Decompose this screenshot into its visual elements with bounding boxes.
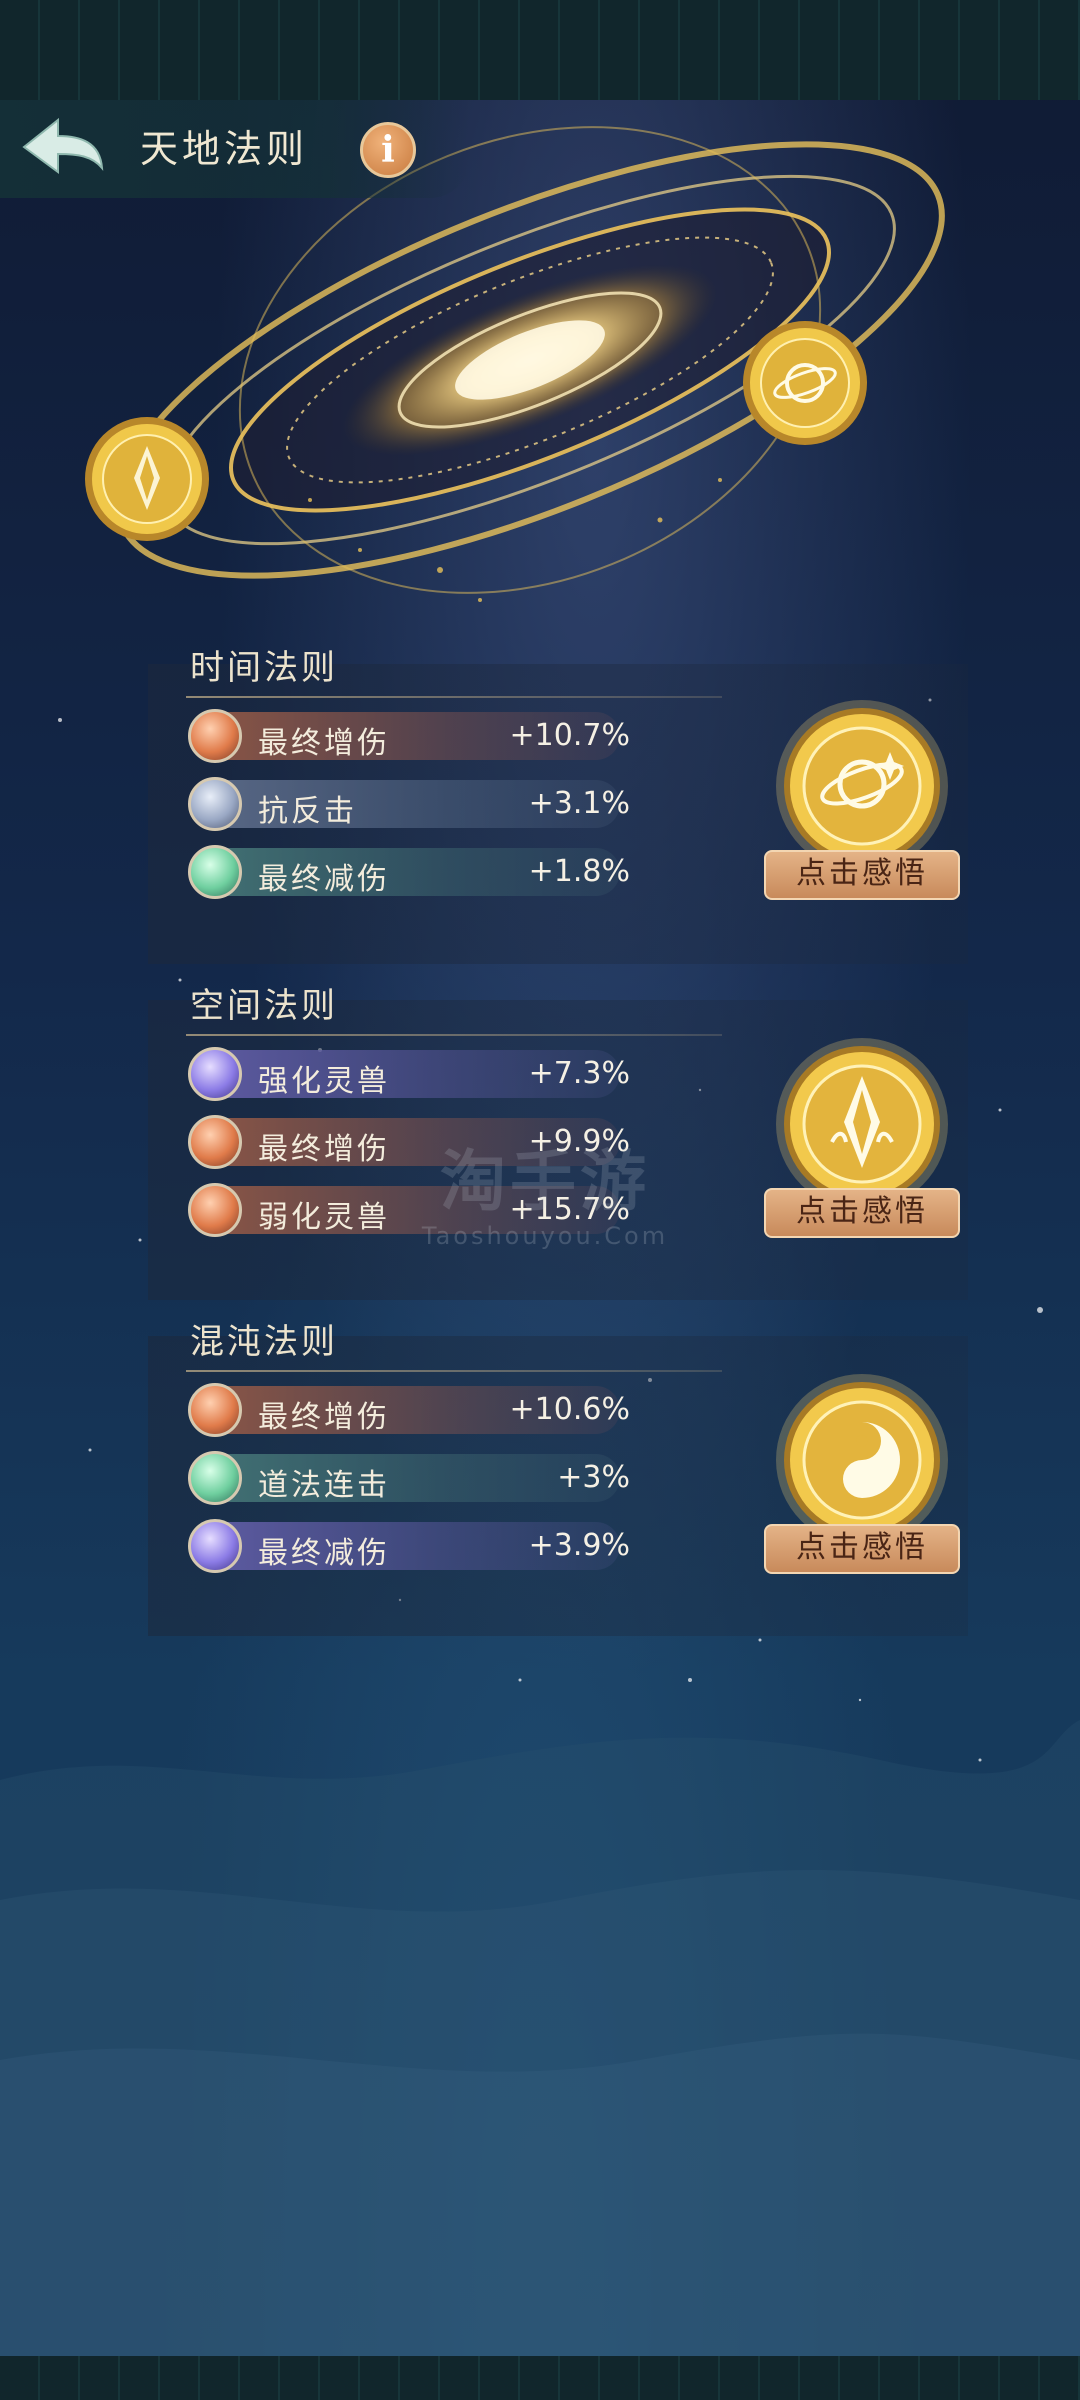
attribute-orb-icon — [188, 1183, 242, 1237]
yin-yang-emblem-icon[interactable] — [772, 1370, 952, 1550]
watermark-url: Taoshouyou.Com — [421, 1222, 669, 1250]
section-divider — [186, 1034, 722, 1036]
enlighten-button[interactable]: 点击感悟 — [764, 1524, 960, 1574]
stat-name: 强化灵兽 — [258, 1064, 390, 1099]
stat-row: 最终增伤 +10.7% — [188, 709, 630, 763]
section-title: 混沌法则 — [190, 1322, 338, 1362]
attribute-orb-icon — [188, 709, 242, 763]
stat-value: +10.6% — [509, 1392, 630, 1427]
stat-row: 最终减伤 +3.9% — [188, 1519, 630, 1573]
enlighten-button[interactable]: 点击感悟 — [764, 1188, 960, 1238]
attribute-orb-icon — [188, 777, 242, 831]
attribute-orb-icon — [188, 1115, 242, 1169]
stat-row: 最终增伤 +10.6% — [188, 1383, 630, 1437]
stat-row: 最终减伤 +1.8% — [188, 845, 630, 899]
back-arrow-icon[interactable] — [18, 112, 108, 182]
crystal-coin-icon[interactable] — [80, 412, 214, 546]
section-title: 空间法则 — [190, 986, 338, 1026]
stat-name: 抗反击 — [258, 794, 357, 829]
attribute-orb-icon — [188, 1519, 242, 1573]
attribute-orb-icon — [188, 1451, 242, 1505]
enlighten-button[interactable]: 点击感悟 — [764, 850, 960, 900]
stat-value: +7.3% — [528, 1056, 630, 1091]
stat-value: +1.8% — [528, 854, 630, 889]
bottom-border-band — [0, 2356, 1080, 2400]
watermark-logo: 淘手游 — [440, 1143, 650, 1220]
stat-name: 最终减伤 — [258, 1536, 390, 1571]
attribute-orb-icon — [188, 1383, 242, 1437]
stat-row: 道法连击 +3% — [188, 1451, 630, 1505]
stat-value: +3% — [557, 1460, 630, 1495]
stat-name: 最终增伤 — [258, 726, 390, 761]
planet-coin-icon[interactable] — [738, 316, 872, 450]
section-divider — [186, 1370, 722, 1372]
page-title: 天地法则 — [140, 127, 309, 171]
attribute-orb-icon — [188, 845, 242, 899]
stat-name: 弱化灵兽 — [258, 1200, 390, 1235]
crystal-emblem-icon[interactable] — [772, 1034, 952, 1214]
section-title: 时间法则 — [190, 648, 338, 688]
planet-emblem-icon[interactable] — [772, 696, 952, 876]
stat-row: 抗反击 +3.1% — [188, 777, 630, 831]
stat-name: 最终减伤 — [258, 862, 390, 897]
stat-name: 最终增伤 — [258, 1132, 390, 1167]
attribute-orb-icon — [188, 1047, 242, 1101]
stat-value: +3.9% — [528, 1528, 630, 1563]
top-border-band — [0, 0, 1080, 100]
section-divider — [186, 696, 722, 698]
stat-value: +10.7% — [509, 718, 630, 753]
stat-name: 最终增伤 — [258, 1400, 390, 1435]
stat-row: 强化灵兽 +7.3% — [188, 1047, 630, 1101]
stat-name: 道法连击 — [258, 1468, 390, 1503]
info-button[interactable]: i — [360, 122, 416, 178]
stat-value: +3.1% — [528, 786, 630, 821]
